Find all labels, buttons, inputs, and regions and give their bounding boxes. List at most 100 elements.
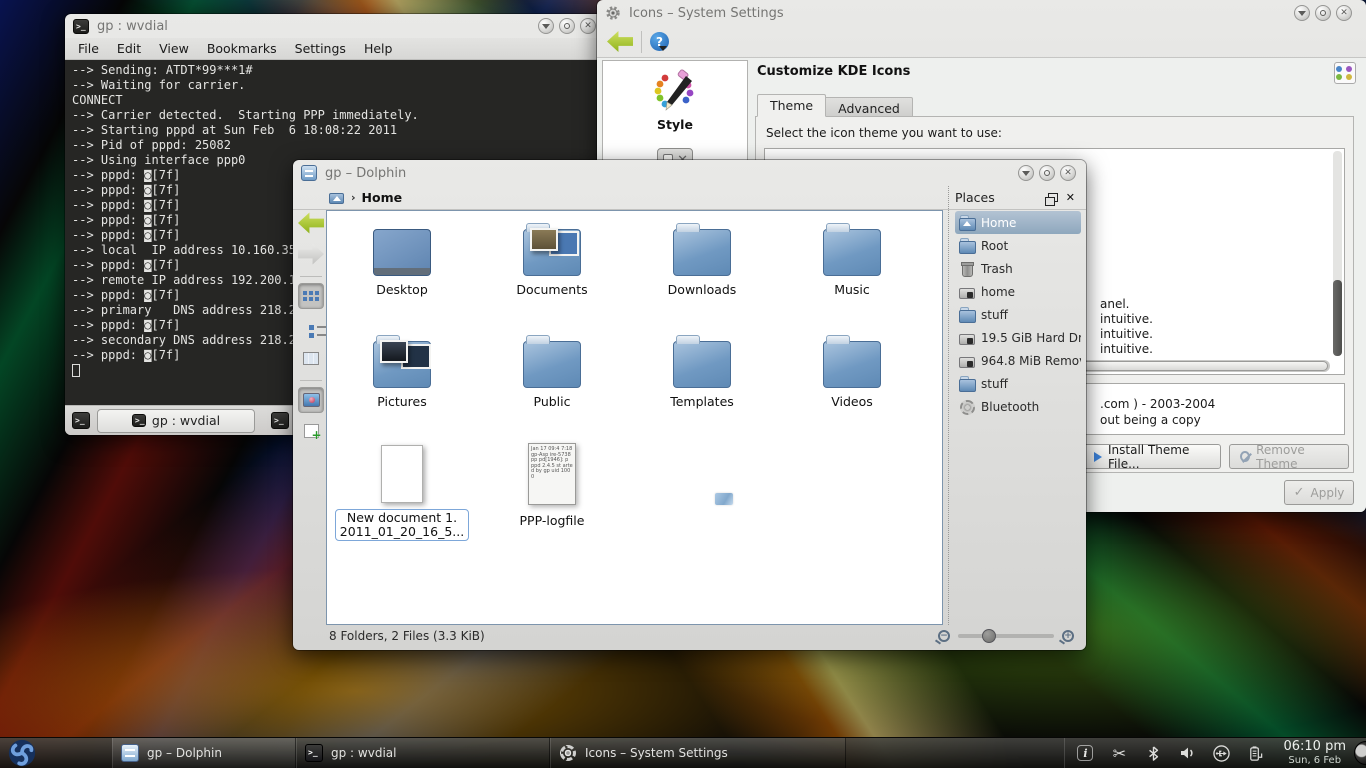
places-item[interactable]: 964.8 MiB Remov…: [955, 349, 1081, 372]
float-panel-icon[interactable]: [1048, 193, 1058, 202]
folder-icon: [373, 229, 431, 276]
icons-view-button[interactable]: [298, 283, 324, 309]
folder-item[interactable]: Videos: [777, 329, 927, 441]
places-item[interactable]: 19.5 GiB Hard Drive: [955, 326, 1081, 349]
forward-button[interactable]: [298, 241, 324, 267]
menu-item[interactable]: Edit: [108, 39, 150, 58]
split-view-button[interactable]: [298, 418, 324, 444]
places-item[interactable]: Root: [955, 234, 1081, 257]
taskbar-task-button[interactable]: gp : wvdial: [296, 738, 550, 768]
back-button[interactable]: [298, 210, 324, 236]
zoom-slider[interactable]: [958, 634, 1054, 638]
system-tray: i ✂: [1064, 738, 1275, 768]
folder-item[interactable]: Public: [477, 329, 627, 441]
help-dropdown-caret[interactable]: [659, 46, 667, 51]
klipper-scissors-icon[interactable]: ✂: [1109, 743, 1129, 763]
terminal-tab-label: gp : wvdial: [152, 413, 220, 428]
apply-button[interactable]: ✓ Apply: [1284, 480, 1354, 505]
places-item[interactable]: stuff: [955, 372, 1081, 395]
minimize-button[interactable]: [538, 18, 554, 34]
terminal-titlebar[interactable]: gp : wvdial ✕: [65, 14, 606, 38]
folder-item[interactable]: Music: [777, 217, 927, 329]
menu-item[interactable]: View: [150, 39, 198, 58]
places-panel: Places ✕ Home Root: [948, 186, 1081, 625]
places-item[interactable]: Home: [955, 211, 1081, 234]
tab-advanced[interactable]: Advanced: [826, 97, 913, 117]
vertical-scrollbar[interactable]: [1333, 151, 1342, 356]
menu-item[interactable]: Bookmarks: [198, 39, 286, 58]
close-panel-icon[interactable]: ✕: [1066, 191, 1075, 204]
maximize-button[interactable]: [1315, 5, 1331, 21]
theme-description-line: .com ) - 2003-2004: [1100, 396, 1215, 412]
icons-view-icon: [303, 291, 307, 295]
taskbar-task-button[interactable]: gp – Dolphin: [112, 738, 296, 768]
system-settings-titlebar[interactable]: Icons – System Settings ✕: [597, 0, 1366, 26]
sidebar-style-label: Style: [603, 117, 747, 132]
dot-green: [1336, 74, 1342, 80]
file-item-newdoc[interactable]: New document 1. 2011_01_20_16_5...: [327, 441, 477, 541]
dot-purple: [1346, 66, 1352, 72]
columns-view-button[interactable]: [298, 345, 324, 371]
dolphin-side-toolbar: [296, 210, 326, 625]
terminal-menubar: FileEditViewBookmarksSettingsHelp: [65, 38, 606, 60]
install-theme-file-button[interactable]: Install Theme File...: [1083, 444, 1221, 469]
maximize-button[interactable]: [1039, 165, 1055, 181]
minimize-button[interactable]: [1294, 5, 1310, 21]
folder-item[interactable]: Templates: [627, 329, 777, 441]
scrollbar-thumb[interactable]: [1333, 280, 1342, 356]
maximize-button[interactable]: [559, 18, 575, 34]
close-button[interactable]: ✕: [1336, 5, 1352, 21]
folder-icon: [523, 341, 581, 388]
folder-item[interactable]: Documents: [477, 217, 627, 329]
dolphin-file-view[interactable]: Desktop Documents Downloads Musi: [326, 210, 943, 625]
checkmark-icon: ✓: [1294, 485, 1305, 500]
bluetooth-icon[interactable]: [1143, 743, 1163, 763]
breadcrumb-home[interactable]: Home: [362, 190, 403, 205]
usb-device-icon[interactable]: [1211, 743, 1231, 763]
split-view-icon: [304, 424, 319, 438]
details-view-button[interactable]: [298, 314, 324, 340]
places-item[interactable]: Bluetooth: [955, 395, 1081, 418]
dolphin-window[interactable]: gp – Dolphin ✕ › Home: [293, 160, 1086, 650]
close-button[interactable]: ✕: [1060, 165, 1076, 181]
place-label: home: [981, 285, 1015, 299]
dolphin-titlebar[interactable]: gp – Dolphin ✕: [293, 160, 1086, 186]
sidebar-item-style[interactable]: Style: [603, 61, 747, 176]
folder-icon: [673, 341, 731, 388]
file-item-logfile[interactable]: Jan 17 09:4 7:18 gp-Asp ire-5738 pp pd[1…: [477, 441, 627, 541]
places-item[interactable]: stuff: [955, 303, 1081, 326]
volume-icon[interactable]: [1177, 743, 1197, 763]
menu-item[interactable]: Help: [355, 39, 402, 58]
tab-theme[interactable]: Theme: [757, 94, 826, 117]
clock[interactable]: 06:10 pm Sun, 6 Feb: [1275, 738, 1354, 768]
menu-item[interactable]: Settings: [286, 39, 355, 58]
places-item[interactable]: home: [955, 280, 1081, 303]
places-header: Places ✕: [955, 190, 1081, 205]
menu-item[interactable]: File: [69, 39, 108, 58]
back-arrow-icon[interactable]: [607, 31, 633, 53]
back-arrow-icon: [298, 212, 324, 234]
theme-description-line: out being a copy: [1100, 412, 1215, 428]
new-tab-button[interactable]: [70, 410, 92, 432]
info-icon[interactable]: i: [1075, 743, 1095, 763]
app-launcher-button[interactable]: [0, 738, 44, 768]
panel-toolbox-cashew-icon[interactable]: [1354, 741, 1366, 765]
detach-tab-button[interactable]: [269, 410, 291, 432]
battery-icon[interactable]: [1245, 743, 1265, 763]
terminal-output-line: --> Pid of pppd: 25082: [72, 138, 599, 153]
places-item[interactable]: Trash: [955, 257, 1081, 280]
remove-theme-button[interactable]: Remove Theme: [1229, 444, 1349, 469]
zoom-out-icon[interactable]: −: [938, 630, 950, 642]
folder-item[interactable]: Pictures: [327, 329, 477, 441]
zoom-in-icon[interactable]: +: [1062, 630, 1074, 642]
zoom-slider-knob[interactable]: [982, 629, 996, 643]
taskbar-task-button[interactable]: Icons – System Settings: [550, 738, 846, 768]
terminal-tab[interactable]: gp : wvdial: [97, 409, 255, 433]
minimize-button[interactable]: [1018, 165, 1034, 181]
preview-button[interactable]: [298, 387, 324, 413]
folder-item[interactable]: Downloads: [627, 217, 777, 329]
terminal-output-line: --> Sending: ATDT*99***1#: [72, 63, 599, 78]
folder-item[interactable]: Desktop: [327, 217, 477, 329]
close-button[interactable]: ✕: [580, 18, 596, 34]
icon-size-grid-icon[interactable]: [1334, 62, 1356, 84]
